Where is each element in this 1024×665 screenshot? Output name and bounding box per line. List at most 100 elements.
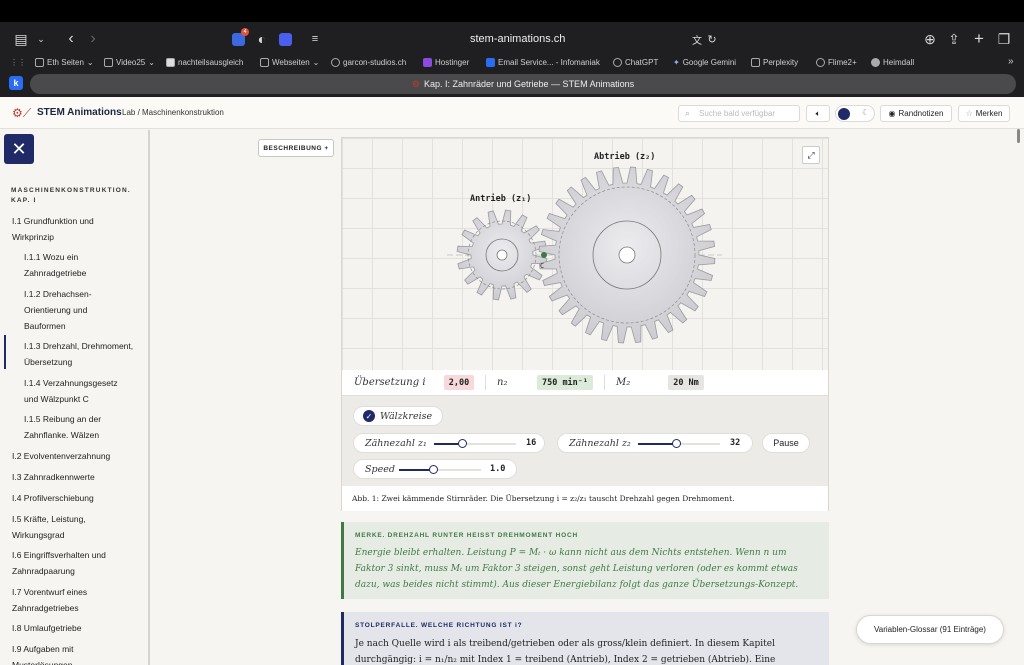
bookmark-item[interactable]: Heimdall <box>871 58 914 67</box>
fullscreen-button[interactable]: ⤢ <box>802 146 820 164</box>
z1-slider-thumb[interactable] <box>458 439 468 448</box>
speed-control: Speed 1.0 <box>353 459 517 479</box>
system-menubar <box>0 0 1024 22</box>
contact-point-label: C <box>540 262 544 270</box>
notes-button[interactable]: ◉ Randnotizen <box>880 105 952 122</box>
z2-slider-fill <box>638 443 677 445</box>
search-icon: ⌕ <box>685 108 691 118</box>
sidebar-item[interactable]: I.6 Eingriffsverhalten und Zahnradpaarun… <box>12 547 122 579</box>
gear-figure: C Antrieb (z₁) Abtrieb (z₂) ⤢ Übersetzun… <box>341 137 829 511</box>
checkmark-icon: ✓ <box>363 410 375 422</box>
audio-toggle-button[interactable]: 🔈︎ <box>806 105 830 122</box>
ratio-value: 2,00 <box>444 375 474 390</box>
ratio-label: Übersetzung i <box>354 377 426 388</box>
divider <box>485 375 486 390</box>
sidebar-item[interactable]: I.8 Umlaufgetriebe <box>12 620 137 636</box>
description-toggle-button[interactable]: BESCHREIBUNG + <box>258 139 334 157</box>
address-bar[interactable]: stem-animations.ch <box>470 33 565 45</box>
forward-icon[interactable]: › <box>84 30 102 48</box>
sidebar-item[interactable]: I.1.2 Drehachsen-Orientierung und Baufor… <box>24 286 124 334</box>
sidebar-item[interactable]: I.9 Aufgaben mit Musterlösungen <box>12 641 102 665</box>
pitch-circles-toggle[interactable]: ✓ Wälzkreise <box>353 406 443 426</box>
reload-icon[interactable]: ↻ <box>703 30 721 48</box>
speaker-icon: 🔈︎ <box>815 108 821 118</box>
bookmark-button[interactable]: ☆ Merken <box>958 105 1010 122</box>
bookmark-item[interactable]: Perplexity <box>751 58 798 67</box>
glossary-button[interactable]: Variablen-Glossar (91 Einträge) <box>856 615 1004 644</box>
z2-slider[interactable] <box>638 439 720 448</box>
brand-name[interactable]: STEM Animations <box>37 107 122 118</box>
n2-value: 750 min⁻¹ <box>537 375 593 390</box>
sidebar-toggle-icon[interactable]: ▤ <box>12 30 30 48</box>
speed-slider[interactable] <box>399 465 481 474</box>
bookmarks-bar: ⋮⋮ Eth Seiten ⌄ Video25 ⌄ nachteilsausgl… <box>0 56 1024 72</box>
expand-icon: ⤢ <box>807 149 815 160</box>
scrollbar[interactable] <box>1017 129 1020 143</box>
download-icon[interactable]: ⊕ <box>921 30 939 48</box>
z2-slider-thumb[interactable] <box>672 439 682 448</box>
sidebar-item[interactable]: I.3 Zahnradkennwerte <box>12 469 137 485</box>
figure-readout: Übersetzung i 2,00 n₂ 750 min⁻¹ M₂ 20 Nm <box>342 370 828 396</box>
sidebar-item-active[interactable]: I.1.3 Drehzahl, Drehmoment, Übersetzung <box>24 338 139 370</box>
sidebar-item[interactable]: I.5 Kräfte, Leistung, Wirkungsgrad <box>12 511 112 543</box>
extension-icon[interactable] <box>276 30 294 48</box>
bookmark-item[interactable]: ChatGPT <box>613 58 658 67</box>
sidebar-item[interactable]: I.1.1 Wozu ein Zahnradgetriebe <box>24 249 129 281</box>
speed-slider-thumb[interactable] <box>428 465 438 474</box>
bookmark-item[interactable]: Video25 ⌄ <box>104 58 155 67</box>
share-icon[interactable]: ⇪ <box>945 30 963 48</box>
breadcrumb[interactable]: Lab / Maschinenkonstruktion <box>122 108 224 117</box>
m2-value: 20 Nm <box>668 375 704 390</box>
close-icon: ✕ <box>11 138 27 159</box>
tab-overview-icon[interactable]: ❐ <box>995 30 1013 48</box>
pause-button[interactable]: Pause <box>762 433 810 453</box>
eye-icon: ◉ <box>888 109 896 118</box>
divider <box>604 375 605 390</box>
more-bookmarks-icon[interactable]: » <box>1008 56 1014 67</box>
reader-icon[interactable]: ≡ <box>306 30 324 48</box>
merke-callout: MERKE. DREHZAHL RUNTER HEISST DREHMOMENT… <box>341 522 829 599</box>
gear-canvas[interactable]: C Antrieb (z₁) Abtrieb (z₂) ⤢ <box>342 138 828 370</box>
bookmark-item[interactable]: Eth Seiten ⌄ <box>35 58 94 67</box>
sidebar-item[interactable]: I.1.4 Verzahnungsgesetz und Wälzpunkt C <box>24 375 134 407</box>
browser-toolbar: ▤ ⌄ ‹ › 4 ◐ ≡ stem-animations.ch 文 ↻ ⊕ ⇪… <box>0 22 1024 56</box>
z1-slider[interactable] <box>434 439 516 448</box>
tab-bar: k ⚙ Kap. I: Zahnräder und Getriebe — STE… <box>0 72 1024 97</box>
sidebar-item[interactable]: I.7 Vorentwurf eines Zahnradgetriebes <box>12 584 112 616</box>
site-logo-icon: ⚙ <box>411 78 420 89</box>
theme-toggle[interactable]: ☾ <box>835 105 875 122</box>
sidebar-item[interactable]: I.1.5 Reibung an der Zahnflanke. Wälzen <box>24 411 114 443</box>
merke-body: Energie bleibt erhalten. Leistung P = Mₜ… <box>355 548 799 590</box>
new-tab-icon[interactable]: + <box>970 29 988 48</box>
n2-label: n₂ <box>497 377 508 388</box>
drive-gear-label: Antrieb (z₁) <box>470 194 532 204</box>
site-header: ⚙⟋ STEM Animations Lab / Maschinenkonstr… <box>0 97 1024 129</box>
search-input[interactable]: ⌕ Suche bald verfügbar <box>678 105 800 122</box>
star-icon: ☆ <box>965 109 973 118</box>
stolperfalle-body: Je nach Quelle wird i als treibend/getri… <box>355 639 776 665</box>
close-sidebar-button[interactable]: ✕ <box>4 134 34 164</box>
chapter-sidebar: ✕ MASCHINENKONSTRUKTION. KAP. I I.1 Grun… <box>0 130 150 665</box>
bookmark-item[interactable]: Flime2+ <box>816 58 857 67</box>
active-tab[interactable]: ⚙ Kap. I: Zahnräder und Getriebe — STEM … <box>30 74 1016 94</box>
sidebar-item[interactable]: I.4 Profilverschiebung <box>12 490 137 506</box>
sidebar-item[interactable]: I.2 Evolventenverzahnung <box>12 448 137 464</box>
bookmark-item[interactable]: Webseiten ⌄ <box>260 58 319 67</box>
chevron-down-icon[interactable]: ⌄ <box>32 30 50 48</box>
m2-label: M₂ <box>616 377 631 388</box>
back-icon[interactable]: ‹ <box>62 30 80 48</box>
pinned-tab-icon[interactable]: k <box>9 76 23 90</box>
bookmark-item[interactable]: Email Service... - Infomaniak <box>486 58 600 67</box>
grid-icon[interactable]: ⋮⋮ <box>10 58 26 67</box>
gear-logo-icon[interactable]: ⚙⟋ <box>12 106 31 121</box>
bookmark-item[interactable]: nachteilsausgleich <box>166 58 243 67</box>
bookmark-item[interactable]: ✦ Google Gemini <box>673 58 736 67</box>
stolperfalle-title: STOLPERFALLE. WELCHE RICHTUNG IST i? <box>355 622 523 629</box>
z1-control: Zähnezahl z₁ 16 <box>353 433 545 453</box>
sidebar-item[interactable]: I.1 Grundfunktion und Wirkprinzip <box>12 213 137 245</box>
contrast-icon[interactable]: ◐ <box>253 30 271 48</box>
figure-controls: ✓ Wälzkreise Zähnezahl z₁ 16 Zähnezahl z… <box>342 396 828 486</box>
drive-shaft <box>496 249 508 261</box>
bookmark-item[interactable]: garcon-studios.ch <box>331 58 406 67</box>
bookmark-item[interactable]: Hostinger <box>423 58 469 67</box>
